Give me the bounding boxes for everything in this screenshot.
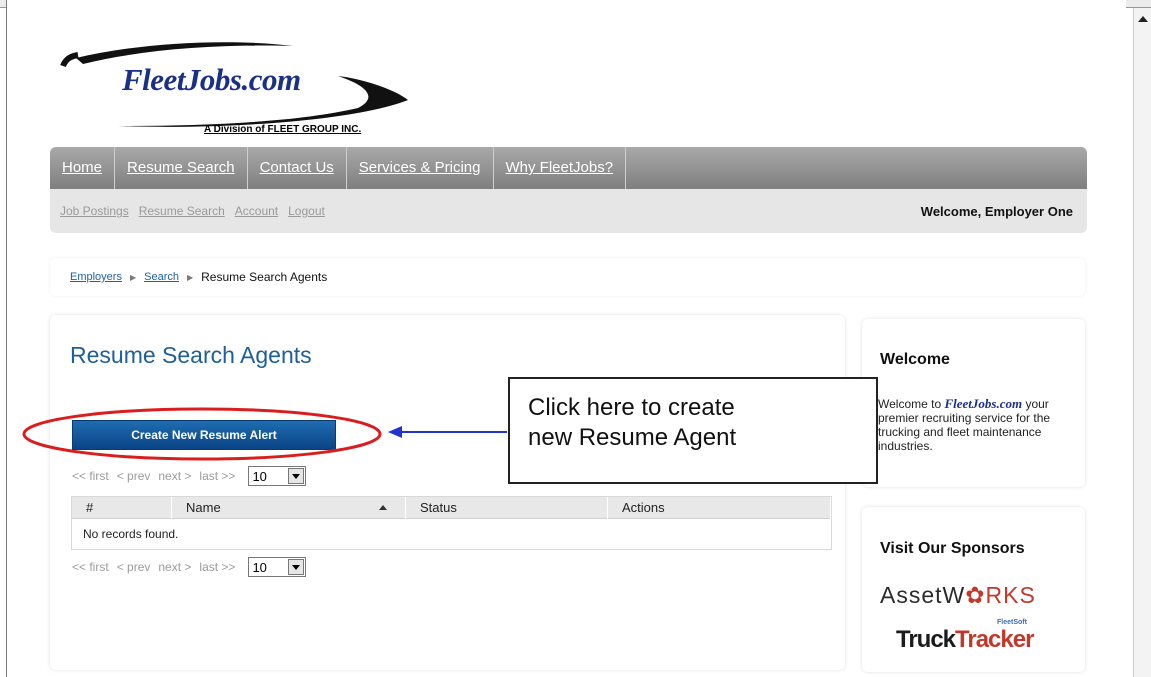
breadcrumb-separator-icon: ▶ xyxy=(186,272,194,282)
column-header-name-label: Name xyxy=(186,499,221,515)
welcome-description: Welcome to FleetJobs.com your premier re… xyxy=(878,396,1078,454)
annotation-line-2: new Resume Agent xyxy=(528,424,737,451)
dropdown-arrow-icon[interactable] xyxy=(288,468,305,484)
scroll-up-arrow-icon[interactable] xyxy=(1138,16,1148,22)
annotation-callout-text: Click here to create new Resume Agent xyxy=(528,393,858,453)
fleetjobs-logo[interactable]: FleetJobs.com A Division of FLEET GROUP … xyxy=(58,38,418,138)
trucktracker-text-part1: Truck xyxy=(896,626,956,653)
trucktracker-text-part2: Tracker xyxy=(955,626,1034,653)
breadcrumb-search[interactable]: Search xyxy=(144,271,179,283)
sort-ascending-icon[interactable] xyxy=(379,504,387,510)
nav-resume-search[interactable]: Resume Search xyxy=(115,147,248,189)
assetworks-text-part1: AssetW xyxy=(880,582,966,608)
welcome-sidebar-box: Welcome Welcome to FleetJobs.com your pr… xyxy=(862,319,1085,487)
pager-last-link[interactable]: last >> xyxy=(199,469,235,483)
vertical-scrollbar[interactable] xyxy=(1133,8,1151,677)
pager-last-link[interactable]: last >> xyxy=(199,560,235,574)
logo-subtitle: A Division of FLEET GROUP INC. xyxy=(204,124,362,135)
page-size-value: 10 xyxy=(252,468,267,484)
sub-navigation: Job Postings Resume Search Account Logou… xyxy=(50,189,1087,233)
fleetsoft-tag: FleetSoft xyxy=(997,619,1027,626)
annotation-line-1: Click here to create xyxy=(528,394,735,421)
page-size-select[interactable]: 10 xyxy=(248,557,307,577)
no-records-message: No records found. xyxy=(83,527,179,541)
pager-top: << first < prev next > last >> 10 xyxy=(72,466,307,486)
nav-services-pricing[interactable]: Services & Pricing xyxy=(347,147,494,189)
pager-bottom: << first < prev next > last >> 10 xyxy=(72,557,307,577)
column-header-status[interactable]: Status xyxy=(406,496,608,519)
table-header-row: # Name Status Actions xyxy=(72,496,831,519)
gear-icon: ✿ xyxy=(965,582,986,608)
welcome-user-text: Welcome, Employer One xyxy=(920,203,1073,219)
dropdown-arrow-icon[interactable] xyxy=(288,559,305,575)
nav-contact-us[interactable]: Contact Us xyxy=(248,147,347,189)
pager-next-link[interactable]: next > xyxy=(158,560,191,574)
subnav-account[interactable]: Account xyxy=(235,204,278,218)
nav-home[interactable]: Home xyxy=(50,147,116,189)
breadcrumb-separator-icon: ▶ xyxy=(129,272,137,282)
breadcrumb-employers[interactable]: Employers xyxy=(70,271,122,283)
welcome-brand-name: FleetJobs.com xyxy=(944,396,1023,411)
column-header-number[interactable]: # xyxy=(72,496,172,519)
page-title: Resume Search Agents xyxy=(70,342,312,368)
subnav-logout[interactable]: Logout xyxy=(288,204,325,218)
nav-why-fleetjobs[interactable]: Why FleetJobs? xyxy=(494,147,627,189)
breadcrumb-current: Resume Search Agents xyxy=(201,270,328,284)
pager-first-link[interactable]: << first xyxy=(72,469,109,483)
page-size-select[interactable]: 10 xyxy=(248,466,307,486)
welcome-heading: Welcome xyxy=(880,351,950,368)
resume-agents-table: # Name Status Actions No records found. xyxy=(71,496,832,550)
main-navigation: Home Resume Search Contact Us Services &… xyxy=(50,147,1087,189)
assetworks-logo[interactable]: AssetW✿RKS xyxy=(880,582,1036,609)
main-content-panel: Resume Search Agents Create New Resume A… xyxy=(50,315,845,670)
sponsors-heading: Visit Our Sponsors xyxy=(880,540,1025,557)
breadcrumb: Employers ▶ Search ▶ Resume Search Agent… xyxy=(50,258,1085,296)
pager-first-link[interactable]: << first xyxy=(72,560,109,574)
welcome-prefix: Welcome to xyxy=(878,397,945,411)
annotation-callout-box: Click here to create new Resume Agent xyxy=(508,377,878,484)
subnav-resume-search[interactable]: Resume Search xyxy=(139,204,225,218)
column-header-name[interactable]: Name xyxy=(172,496,406,519)
pager-next-link[interactable]: next > xyxy=(158,469,191,483)
subnav-job-postings[interactable]: Job Postings xyxy=(60,204,129,218)
assetworks-text-part2: RKS xyxy=(985,582,1036,608)
create-new-resume-alert-button[interactable]: Create New Resume Alert xyxy=(72,420,336,450)
pager-prev-link[interactable]: < prev xyxy=(117,469,151,483)
column-header-actions: Actions xyxy=(608,496,831,519)
trucktracker-logo[interactable]: TruckTracker xyxy=(896,626,1034,654)
page-size-value: 10 xyxy=(252,559,267,575)
logo-title: FleetJobs.com xyxy=(122,62,301,97)
sponsors-sidebar-box: Visit Our Sponsors AssetW✿RKS FleetSoft … xyxy=(862,507,1085,672)
pager-prev-link[interactable]: < prev xyxy=(117,560,151,574)
